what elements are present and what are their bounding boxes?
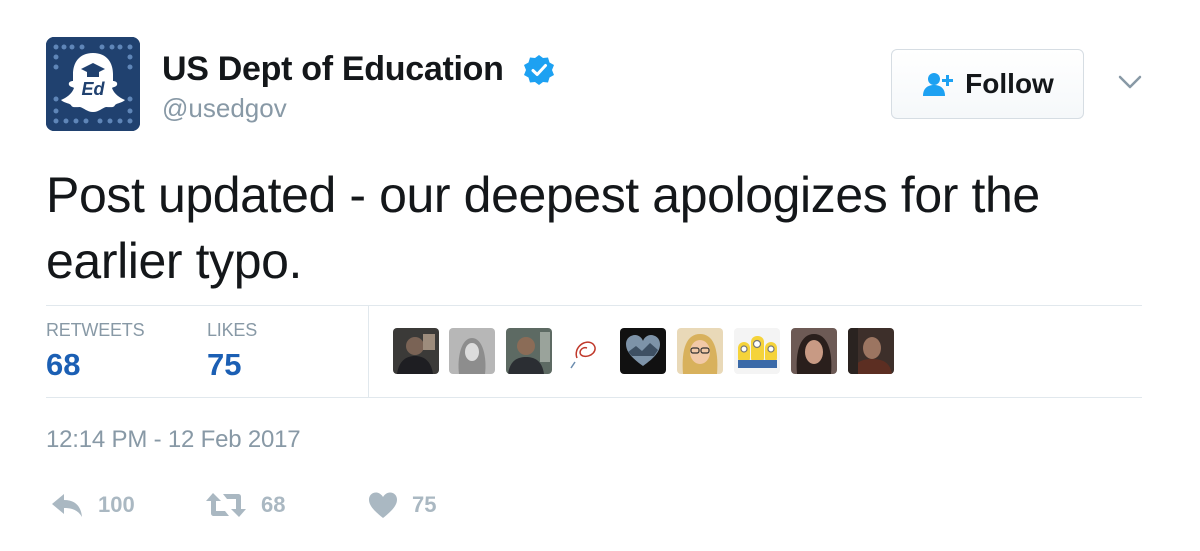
- liker-minions-icon: [734, 328, 780, 374]
- liker-photo-icon: [449, 328, 495, 374]
- heart-icon: [369, 492, 397, 518]
- verified-badge-icon: [524, 55, 554, 85]
- liker-avatar-3[interactable]: [506, 328, 552, 374]
- reply-button[interactable]: 100: [50, 487, 135, 523]
- follow-button-label: Follow: [965, 68, 1054, 99]
- liker-photo-icon: [848, 328, 894, 374]
- liker-photo-icon: [791, 328, 837, 374]
- tweet-timestamp[interactable]: 12:14 PM - 12 Feb 2017: [46, 426, 301, 454]
- liker-avatar-7[interactable]: [734, 328, 780, 374]
- tweet-card: Ed US Dept of Education @usedgov Follow …: [0, 0, 1200, 551]
- liker-avatar-4[interactable]: [563, 328, 609, 374]
- retweet-icon: [206, 493, 246, 517]
- display-name[interactable]: US Dept of Education: [162, 50, 504, 89]
- like-button[interactable]: 75: [368, 487, 436, 523]
- reply-count: 100: [98, 492, 135, 517]
- account-handle[interactable]: @usedgov: [162, 93, 287, 124]
- retweets-stat[interactable]: RETWEETS 68: [46, 320, 145, 383]
- avatar-logo-text: Ed: [81, 79, 105, 99]
- liker-avatar-8[interactable]: [791, 328, 837, 374]
- liker-photo-icon: [677, 328, 723, 374]
- snapcode-ghost-icon: Ed: [46, 37, 140, 131]
- chevron-down-icon[interactable]: [1115, 70, 1145, 94]
- follow-button[interactable]: Follow: [891, 49, 1084, 119]
- liker-heart-photo-icon: [620, 328, 666, 374]
- retweets-label: RETWEETS: [46, 320, 145, 340]
- stats-bottom-divider: [46, 397, 1142, 398]
- likes-label: LIKES: [207, 320, 258, 340]
- like-count: 75: [412, 492, 437, 517]
- tweet-text: Post updated - our deepest apologizes fo…: [46, 167, 1040, 289]
- stats-top-divider: [46, 305, 1142, 306]
- reply-icon: [52, 494, 82, 517]
- retweets-count: 68: [46, 347, 81, 382]
- liker-avatar-6[interactable]: [677, 328, 723, 374]
- liker-photo-icon: [393, 328, 439, 374]
- retweet-count: 68: [261, 492, 286, 517]
- retweet-button[interactable]: 68: [205, 487, 285, 523]
- liker-photo-icon: [506, 328, 552, 374]
- liker-avatar-5[interactable]: [620, 328, 666, 374]
- likes-count: 75: [207, 347, 242, 382]
- liker-avatar-1[interactable]: [393, 328, 439, 374]
- liker-avatar-9[interactable]: [848, 328, 894, 374]
- stats-vertical-divider: [368, 306, 369, 397]
- liker-sketch-icon: [563, 328, 609, 374]
- likes-stat[interactable]: LIKES 75: [207, 320, 257, 383]
- account-avatar[interactable]: Ed: [46, 37, 140, 131]
- liker-avatar-2[interactable]: [449, 328, 495, 374]
- add-user-icon: [923, 73, 954, 96]
